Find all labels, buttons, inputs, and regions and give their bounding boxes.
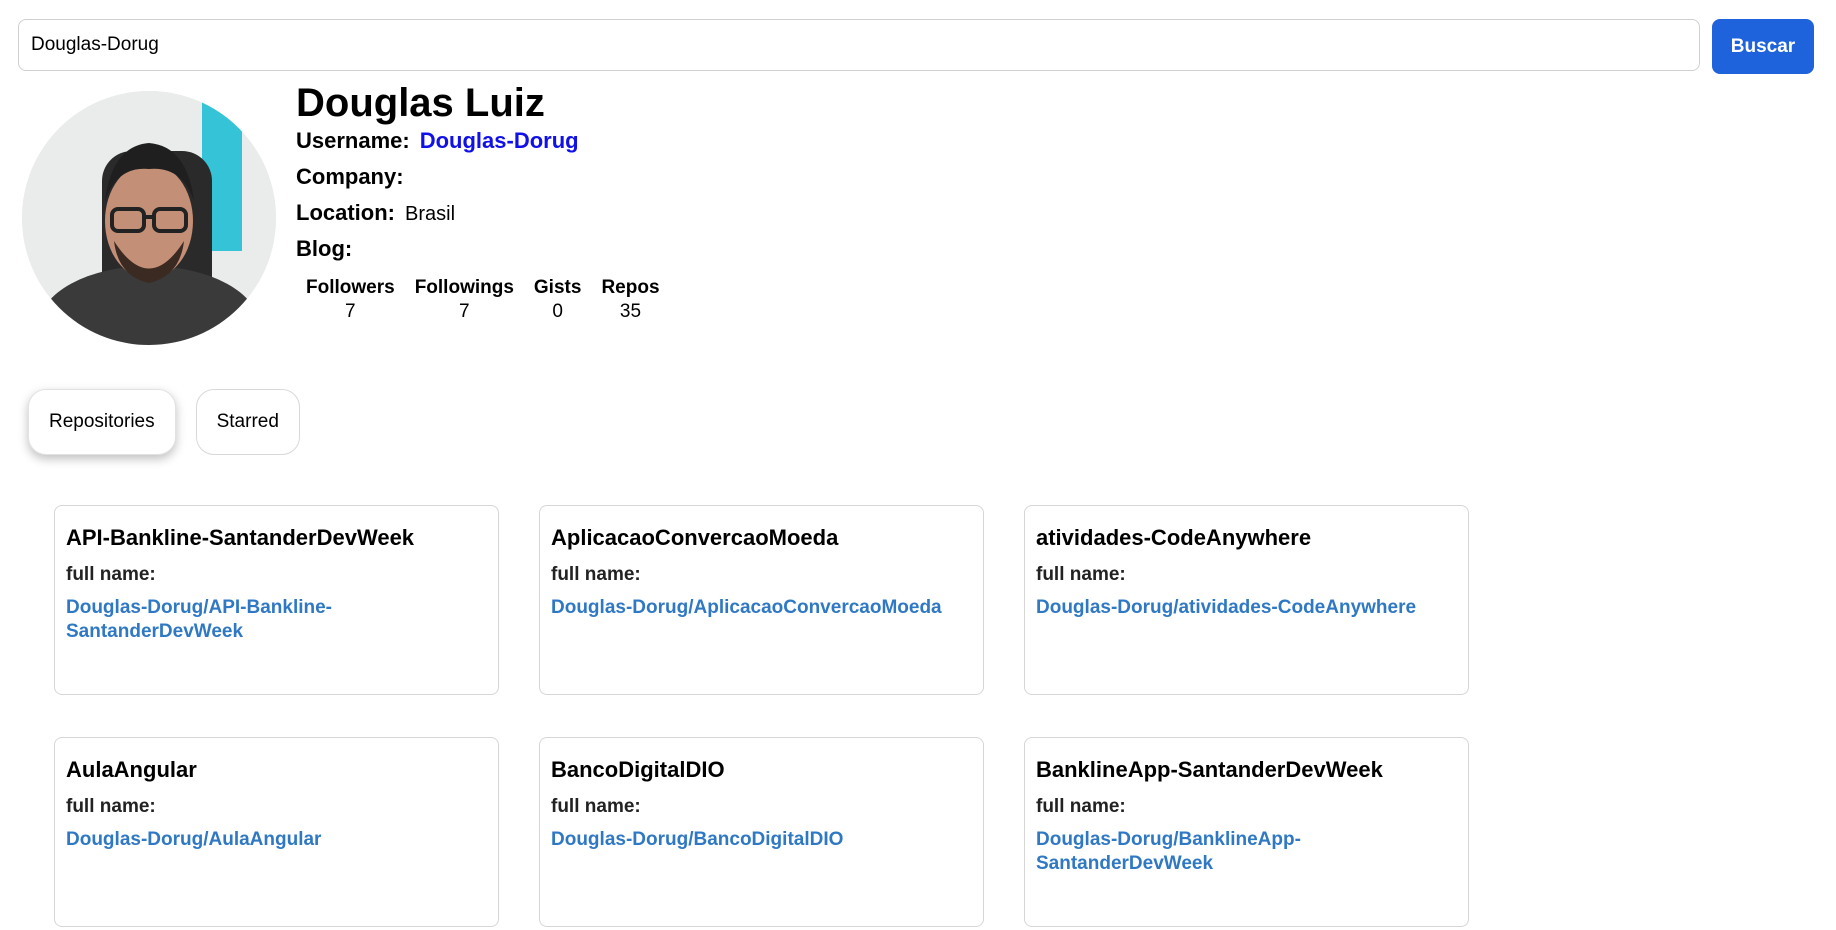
repo-name: BancoDigitalDIO [551,757,725,782]
repo-name: AplicacaoConvercaoMoeda [551,525,839,550]
stat-label: Followings [414,277,514,298]
avatar [22,91,276,345]
repo-fullname-label: full name: [66,796,156,817]
location-row: Location: Brasil [296,200,680,236]
stat-label: Followers [306,277,395,298]
stat-gists: Gists 0 [534,276,582,324]
company-row: Company: [296,164,680,200]
stat-value: 7 [345,301,356,322]
blog-row: Blog: [296,236,680,272]
stat-value: 7 [459,301,470,322]
repo-card[interactable]: atividades-CodeAnywhere full name: Dougl… [1024,505,1469,695]
tabs: Repositories Starred [28,389,300,455]
stat-followings: Followings 7 [415,276,514,324]
avatar-photo-icon [22,91,276,345]
stat-label: Gists [533,277,582,298]
username-link[interactable]: Douglas-Dorug [420,128,579,154]
stat-followers: Followers 7 [306,276,395,324]
location-label: Location: [296,200,395,225]
repo-fullname-link[interactable]: Douglas-Dorug/atividades-CodeAnywhere [1036,596,1457,620]
location-value: Brasil [405,203,456,225]
stats: Followers 7 Followings 7 Gists 0 Repos 3… [306,276,680,324]
company-label: Company: [296,164,404,189]
stat-label: Repos [601,277,660,298]
repo-card[interactable]: API-Bankline-SantanderDevWeek full name:… [54,505,499,695]
repo-name: AulaAngular [66,757,197,782]
profile-name: Douglas Luiz [296,81,545,125]
repo-name: API-Bankline-SantanderDevWeek [66,525,415,550]
repo-fullname-label: full name: [551,796,641,817]
repo-fullname-label: full name: [66,564,156,585]
repo-fullname-label: full name: [551,564,641,585]
repo-card[interactable]: AulaAngular full name: Douglas-Dorug/Aul… [54,737,499,927]
repo-name: atividades-CodeAnywhere [1036,525,1312,550]
repo-card[interactable]: AplicacaoConvercaoMoeda full name: Dougl… [539,505,984,695]
tab-starred[interactable]: Starred [195,389,300,455]
stat-repos: Repos 35 [601,276,659,324]
profile-info: Douglas Luiz Username: Douglas-Dorug Com… [296,78,680,324]
tab-repositories[interactable]: Repositories [28,389,176,455]
search-input[interactable] [18,19,1700,71]
blog-label: Blog: [296,236,353,261]
stat-value: 35 [619,301,642,322]
repo-list: API-Bankline-SantanderDevWeek full name:… [54,505,1469,927]
repo-name: BanklineApp-SantanderDevWeek [1036,757,1383,782]
repo-fullname-label: full name: [1036,796,1126,817]
username-label: Username: [296,128,410,153]
username-row: Username: Douglas-Dorug [296,128,680,164]
repo-card[interactable]: BanklineApp-SantanderDevWeek full name: … [1024,737,1469,927]
repo-fullname-link[interactable]: Douglas-Dorug/AplicacaoConvercaoMoeda [551,596,972,620]
repo-fullname-link[interactable]: Douglas-Dorug/API-Bankline-SantanderDevW… [66,596,487,644]
stat-value: 0 [552,301,563,322]
repo-fullname-link[interactable]: Douglas-Dorug/AulaAngular [66,828,487,852]
repo-fullname-link[interactable]: Douglas-Dorug/BanklineApp-SantanderDevWe… [1036,828,1457,876]
repo-fullname-link[interactable]: Douglas-Dorug/BancoDigitalDIO [551,828,972,852]
repo-card[interactable]: BancoDigitalDIO full name: Douglas-Dorug… [539,737,984,927]
search-button[interactable]: Buscar [1712,19,1814,74]
repo-fullname-label: full name: [1036,564,1126,585]
